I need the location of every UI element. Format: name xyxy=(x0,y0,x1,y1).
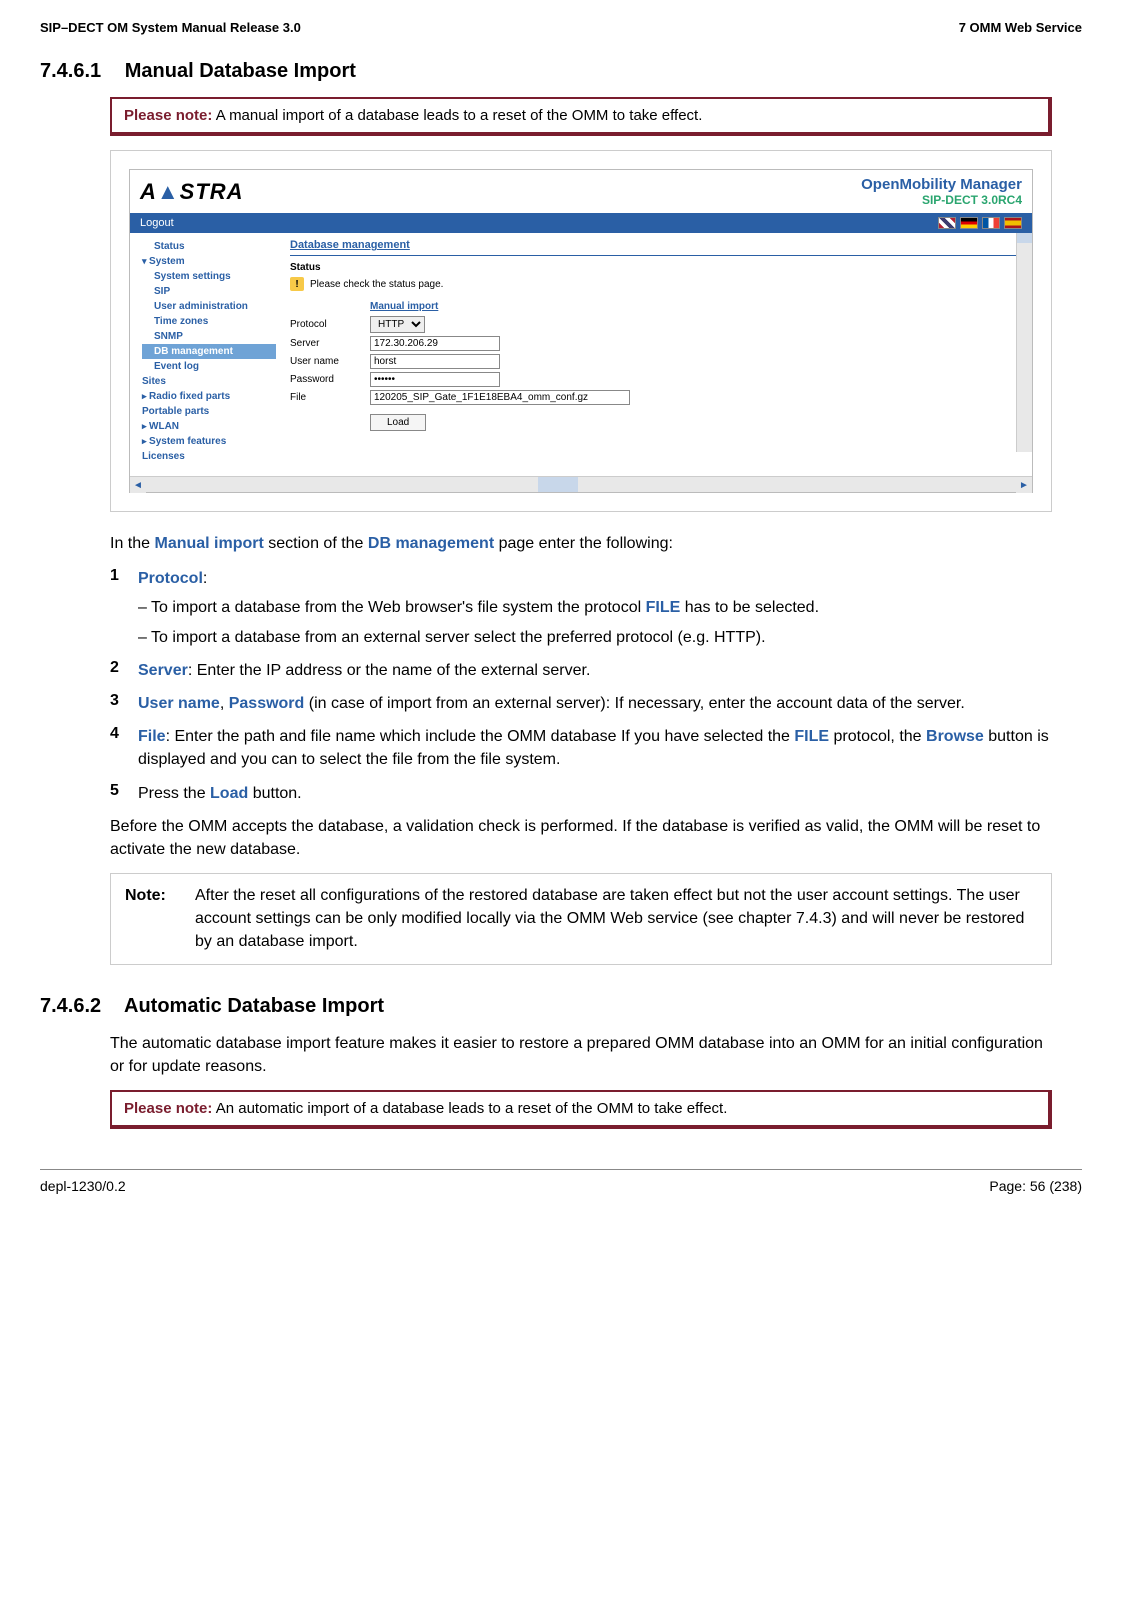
nav-sites[interactable]: Sites xyxy=(142,374,276,389)
please-note-box-1: Please note: A manual import of a databa… xyxy=(110,97,1052,136)
nav-snmp[interactable]: SNMP xyxy=(142,329,276,344)
flag-es-icon[interactable] xyxy=(1004,217,1022,229)
section-heading-1: 7.4.6.1 Manual Database Import xyxy=(40,60,1082,83)
section-heading-2: 7.4.6.2 Automatic Database Import xyxy=(40,995,1082,1018)
app-title: OpenMobility Manager SIP-DECT 3.0RC4 xyxy=(861,176,1022,207)
nav-licenses[interactable]: Licenses xyxy=(142,449,276,464)
scroll-left-icon[interactable]: ◄ xyxy=(130,477,146,493)
nav-event-log[interactable]: Event log xyxy=(142,359,276,374)
scroll-right-icon[interactable]: ► xyxy=(1016,477,1032,493)
app-title-main: OpenMobility Manager xyxy=(861,176,1022,193)
nav-sip[interactable]: SIP xyxy=(142,284,276,299)
manual-import-label: Manual import xyxy=(370,301,1022,312)
footer-divider xyxy=(40,1169,1082,1170)
warning-icon: ! xyxy=(290,277,304,291)
please-note-text: A manual import of a database leads to a… xyxy=(216,107,703,124)
step-3: 3 User name, Password (in case of import… xyxy=(110,692,1052,715)
section-title: Manual Database Import xyxy=(125,60,356,82)
nav-user-admin[interactable]: User administration xyxy=(142,299,276,314)
please-note-box-2: Please note: An automatic import of a da… xyxy=(110,1090,1052,1129)
step-2: 2 Server: Enter the IP address or the na… xyxy=(110,659,1052,682)
flag-fr-icon[interactable] xyxy=(982,217,1000,229)
load-button[interactable]: Load xyxy=(370,414,426,431)
vertical-scrollbar[interactable] xyxy=(1016,233,1032,452)
nav-radio-fixed-parts[interactable]: Radio fixed parts xyxy=(142,389,276,404)
status-label: Status xyxy=(290,262,1022,273)
step-5: 5 Press the Load button. xyxy=(110,782,1052,805)
protocol-label: Protocol xyxy=(290,319,370,330)
omm-screenshot: A▲STRA OpenMobility Manager SIP-DECT 3.0… xyxy=(129,169,1033,493)
please-note-label-2: Please note: xyxy=(124,1100,212,1117)
nav-status[interactable]: Status xyxy=(142,239,276,254)
note-text: After the reset all configurations of th… xyxy=(195,884,1037,954)
header-right: 7 OMM Web Service xyxy=(959,20,1082,35)
after-paragraph: Before the OMM accepts the database, a v… xyxy=(110,815,1052,861)
please-note-label: Please note: xyxy=(124,107,212,124)
scrollbar-thumb-h[interactable] xyxy=(538,477,578,492)
title-divider xyxy=(290,255,1022,256)
note-label: Note: xyxy=(125,884,195,954)
scrollbar-thumb[interactable] xyxy=(1017,233,1032,243)
page-header: SIP–DECT OM System Manual Release 3.0 7 … xyxy=(40,20,1082,35)
step-4: 4 File: Enter the path and file name whi… xyxy=(110,725,1052,771)
footer-right: Page: 56 (238) xyxy=(989,1178,1082,1194)
nav-system-features[interactable]: System features xyxy=(142,434,276,449)
username-input[interactable] xyxy=(370,354,500,369)
section-title-2: Automatic Database Import xyxy=(124,995,384,1017)
password-input[interactable] xyxy=(370,372,500,387)
nav-system-settings[interactable]: System settings xyxy=(142,269,276,284)
flag-de-icon[interactable] xyxy=(960,217,978,229)
nav-portable-parts[interactable]: Portable parts xyxy=(142,404,276,419)
section-number: 7.4.6.1 xyxy=(40,60,101,82)
nav-system[interactable]: System xyxy=(142,254,276,269)
page-footer: depl-1230/0.2 Page: 56 (238) xyxy=(40,1178,1082,1194)
please-note-text-2: An automatic import of a database leads … xyxy=(216,1100,728,1117)
horizontal-scrollbar[interactable]: ◄ ► xyxy=(130,476,1032,492)
nav-time-zones[interactable]: Time zones xyxy=(142,314,276,329)
logo-triangle-icon: ▲ xyxy=(157,179,180,204)
server-label: Server xyxy=(290,338,370,349)
aastra-logo: A▲STRA xyxy=(140,179,244,205)
intro-paragraph: In the Manual import section of the DB m… xyxy=(110,532,1052,555)
protocol-select[interactable]: HTTP xyxy=(370,316,425,333)
step-1: 1 Protocol: – To import a database from … xyxy=(110,567,1052,649)
nav-db-management[interactable]: DB management xyxy=(142,344,276,359)
main-panel: Database management Status ! Please chec… xyxy=(280,233,1032,470)
section-number-2: 7.4.6.2 xyxy=(40,995,101,1017)
note-box: Note: After the reset all configurations… xyxy=(110,873,1052,965)
steps-list: 1 Protocol: – To import a database from … xyxy=(110,567,1052,805)
footer-left: depl-1230/0.2 xyxy=(40,1178,126,1194)
screenshot-container: A▲STRA OpenMobility Manager SIP-DECT 3.0… xyxy=(110,150,1052,512)
auto-intro: The automatic database import feature ma… xyxy=(110,1032,1052,1078)
password-label: Password xyxy=(290,374,370,385)
username-label: User name xyxy=(290,356,370,367)
server-input[interactable] xyxy=(370,336,500,351)
main-title: Database management xyxy=(290,239,1022,251)
file-input[interactable] xyxy=(370,390,630,405)
nav-wlan[interactable]: WLAN xyxy=(142,419,276,434)
status-message: Please check the status page. xyxy=(310,279,443,290)
flag-uk-icon[interactable] xyxy=(938,217,956,229)
app-title-version: SIP-DECT 3.0RC4 xyxy=(861,193,1022,207)
file-label: File xyxy=(290,392,370,403)
language-flags xyxy=(938,217,1022,229)
sidebar-nav: Status System System settings SIP User a… xyxy=(130,233,280,470)
logout-link[interactable]: Logout xyxy=(140,217,174,229)
header-left: SIP–DECT OM System Manual Release 3.0 xyxy=(40,20,301,35)
